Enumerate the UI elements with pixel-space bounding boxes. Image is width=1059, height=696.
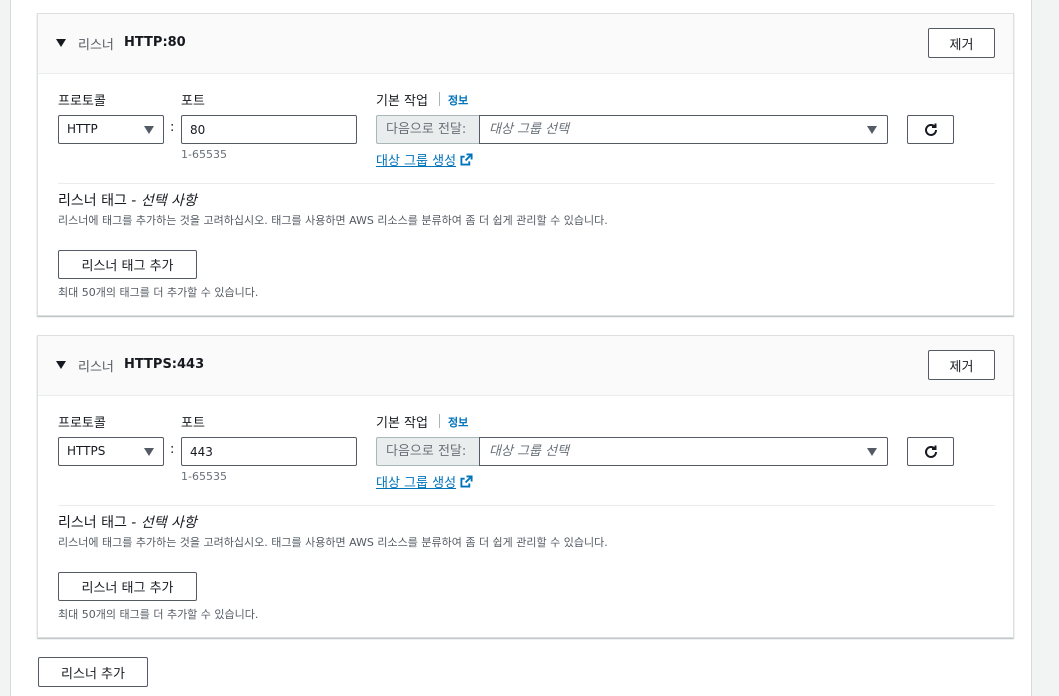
remove-listener-button[interactable]: 제거 [928,350,995,380]
remove-listener-button[interactable]: 제거 [928,28,995,58]
port-label: 포트 [181,416,205,431]
listener-header[interactable]: 리스너 HTTP:80 제거 [38,14,1013,74]
info-link[interactable]: 정보 [448,92,468,108]
default-action-label: 기본 작업 [376,416,428,431]
port-input[interactable] [181,115,357,144]
listener-tags-description: 리스너에 태그를 추가하는 것을 고려하십시오. 태그를 사용하면 AWS 리소… [58,536,608,549]
listener-header-name: HTTP:80 [124,35,186,50]
default-action-label: 기본 작업 [376,94,428,109]
target-group-placeholder: 대상 그룹 선택 [489,444,570,459]
colon-separator: : [170,442,175,457]
caret-down-icon [144,448,154,456]
protocol-select-value: HTTPS [67,444,106,458]
refresh-icon [924,445,937,458]
caret-down-icon[interactable] [56,39,66,47]
external-link-icon [460,153,473,166]
create-target-group-label: 대상 그룹 생성 [376,476,457,491]
external-link-icon [460,475,473,488]
refresh-icon [924,123,937,136]
target-group-select[interactable]: 대상 그룹 선택 [479,115,888,144]
protocol-select[interactable]: HTTP [58,115,164,144]
protocol-select-value: HTTP [67,122,98,136]
caret-down-icon [867,126,877,134]
port-input[interactable] [181,437,357,466]
listener-tags-description: 리스너에 태그를 추가하는 것을 고려하십시오. 태그를 사용하면 AWS 리소… [58,214,608,227]
listener-tags-title: 리스너 태그 - 선택 사항 [58,512,197,532]
divider [58,505,995,506]
caret-down-icon[interactable] [56,361,66,369]
target-group-placeholder: 대상 그룹 선택 [489,122,570,137]
add-listener-tag-button[interactable]: 리스너 태그 추가 [58,250,197,279]
listener-tags-title-text: 리스너 태그 - [58,515,141,531]
info-separator [439,92,440,106]
port-hint: 1-65535 [181,148,227,161]
listener-header-prefix: 리스너 [78,360,114,375]
port-label: 포트 [181,94,205,109]
add-listener-button[interactable]: 리스너 추가 [38,657,148,687]
protocol-label: 프로토콜 [58,94,106,109]
forward-to-prefix: 다음으로 전달: [376,437,480,466]
listener-header-prefix: 리스너 [78,38,114,53]
add-listener-tag-button[interactable]: 리스너 태그 추가 [58,572,197,601]
colon-separator: : [170,120,175,135]
caret-down-icon [867,448,877,456]
port-hint: 1-65535 [181,470,227,483]
listener-tags-optional: 선택 사항 [140,193,197,209]
caret-down-icon [144,126,154,134]
listener-card-https-443: 리스너 HTTPS:443 제거 프로토콜 포트 기본 작업 정보 HTTPS … [37,335,1014,638]
create-target-group-label: 대상 그룹 생성 [376,154,457,169]
refresh-target-groups-button[interactable] [907,115,954,144]
refresh-target-groups-button[interactable] [907,437,954,466]
tags-limit-text: 최대 50개의 태그를 더 추가할 수 있습니다. [58,286,259,299]
listener-card-http-80: 리스너 HTTP:80 제거 프로토콜 포트 기본 작업 정보 HTTP : 1… [37,13,1014,316]
tags-limit-text: 최대 50개의 태그를 더 추가할 수 있습니다. [58,608,259,621]
divider [58,183,995,184]
create-target-group-link[interactable]: 대상 그룹 생성 [376,472,473,491]
info-link[interactable]: 정보 [448,414,468,430]
forward-to-prefix: 다음으로 전달: [376,115,480,144]
listener-tags-optional: 선택 사항 [140,515,197,531]
target-group-select[interactable]: 대상 그룹 선택 [479,437,888,466]
listener-header[interactable]: 리스너 HTTPS:443 제거 [38,336,1013,396]
protocol-label: 프로토콜 [58,416,106,431]
protocol-select[interactable]: HTTPS [58,437,164,466]
create-target-group-link[interactable]: 대상 그룹 생성 [376,150,473,169]
listener-tags-title-text: 리스너 태그 - [58,193,141,209]
listener-tags-title: 리스너 태그 - 선택 사항 [58,190,197,210]
info-separator [439,414,440,428]
listener-header-name: HTTPS:443 [124,357,205,372]
